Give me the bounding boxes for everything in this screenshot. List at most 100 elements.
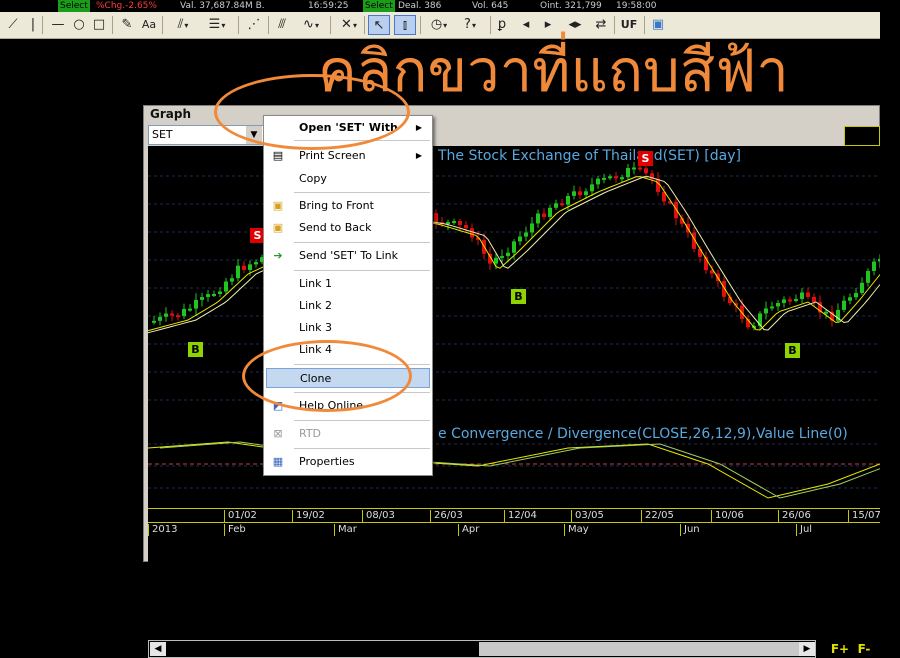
candle-body bbox=[776, 302, 780, 307]
candle-body bbox=[758, 313, 762, 326]
candle-body bbox=[182, 308, 186, 317]
menu-item-link-1[interactable]: Link 1 bbox=[266, 274, 430, 294]
timeline-month: 2013 bbox=[148, 524, 177, 536]
line-width-icon[interactable]: ☰ bbox=[202, 15, 232, 35]
candle-body bbox=[848, 297, 852, 301]
candle-body bbox=[242, 265, 246, 270]
timeline-month: May bbox=[564, 524, 589, 536]
menu-item-copy[interactable]: Copy bbox=[266, 169, 430, 189]
expand-icon[interactable]: ◂▸ bbox=[562, 15, 588, 35]
menu-item-link-3[interactable]: Link 3 bbox=[266, 318, 430, 338]
candle-body bbox=[764, 308, 768, 314]
candle-body bbox=[248, 264, 252, 270]
zoom-out-button[interactable]: F- bbox=[852, 641, 876, 657]
fibonacci-icon[interactable]: ⋰ bbox=[244, 15, 264, 35]
horizontal-line-icon[interactable]: — bbox=[48, 15, 68, 35]
parallel-lines-icon[interactable]: ⫻ bbox=[272, 15, 292, 35]
delete-drawing-icon[interactable]: ✕ bbox=[336, 15, 362, 35]
arrow-right-small-icon[interactable]: ▸ bbox=[540, 15, 556, 35]
menu-item-link-2[interactable]: Link 2 bbox=[266, 296, 430, 316]
context-menu: Open 'SET' With ▶ ▤ Print Screen ▶ Copy … bbox=[263, 115, 433, 476]
candle-body bbox=[554, 203, 558, 208]
menu-item-send-to-back[interactable]: ▣ Send to Back bbox=[266, 218, 430, 238]
ticker-strip: Select %Chg.-2.65% Val. 37,687.84M B. 16… bbox=[0, 0, 668, 12]
scroll-left-icon[interactable]: ◀ bbox=[150, 642, 166, 656]
candle-body bbox=[536, 213, 540, 224]
rectangle-icon[interactable]: □ bbox=[90, 15, 108, 35]
candle-body bbox=[632, 167, 636, 170]
timeline-month: Jul bbox=[796, 524, 812, 536]
scroll-right-icon[interactable]: ▶ bbox=[799, 642, 815, 656]
candle-body bbox=[566, 195, 570, 205]
menu-item-label: Copy bbox=[299, 172, 327, 185]
candle-body bbox=[542, 213, 546, 217]
uf-button[interactable]: UF bbox=[618, 15, 640, 35]
ticker-volume: Vol. 645 bbox=[472, 1, 509, 11]
graph-window: Graph SET ▼ The Stock Exchange of Thaila… bbox=[143, 105, 881, 658]
menu-item-bring-to-front[interactable]: ▣ Bring to Front bbox=[266, 196, 430, 216]
candle-body bbox=[170, 313, 174, 316]
timeline-date: 12/04 bbox=[504, 510, 537, 522]
candle-body bbox=[512, 241, 516, 253]
menu-item-label: Link 1 bbox=[299, 277, 333, 290]
circle-icon[interactable]: ○ bbox=[70, 15, 88, 35]
buy-signal: B bbox=[188, 342, 203, 357]
timeline-date: 10/06 bbox=[711, 510, 744, 522]
arrow-right-icon: ➔ bbox=[273, 249, 283, 262]
candle-body bbox=[212, 293, 216, 296]
candle-body bbox=[638, 167, 642, 170]
send-back-icon: ▣ bbox=[272, 221, 284, 234]
candle-body bbox=[218, 291, 222, 294]
help-circle-icon[interactable]: ? bbox=[456, 15, 484, 35]
ticker-select-button[interactable]: Select bbox=[58, 0, 90, 12]
scrollbar-thumb[interactable] bbox=[479, 642, 801, 656]
timeline-date: 22/05 bbox=[641, 510, 674, 522]
candle-body bbox=[188, 308, 192, 311]
ticker-select-button-2[interactable]: Select bbox=[363, 0, 395, 12]
candle-body bbox=[524, 232, 528, 237]
candle-body bbox=[614, 176, 618, 179]
price-chart-title: The Stock Exchange of Thailand(SET) [day… bbox=[438, 148, 741, 164]
menu-item-label: Link 3 bbox=[299, 321, 333, 334]
symbol-value: SET bbox=[152, 128, 173, 141]
candle-body bbox=[560, 203, 564, 206]
timeline-month: Mar bbox=[334, 524, 357, 536]
pencil-icon[interactable]: ✎ bbox=[118, 15, 136, 35]
timeline-date: 26/03 bbox=[430, 510, 463, 522]
candle-body bbox=[176, 315, 180, 318]
diagonal-line-icon[interactable]: ⟋ bbox=[2, 15, 24, 35]
ticker-change-percent: %Chg.-2.65% bbox=[96, 1, 157, 11]
clock-icon[interactable]: ◷ bbox=[424, 15, 454, 35]
candle-body bbox=[572, 191, 576, 196]
arrow-left-icon[interactable]: ◂ bbox=[518, 15, 534, 35]
menu-item-send-to-link[interactable]: ➔ Send 'SET' To Link bbox=[266, 246, 430, 266]
image-icon[interactable]: ▣ bbox=[648, 15, 668, 35]
wave-icon[interactable]: ∿ bbox=[296, 15, 326, 35]
buy-signal: B bbox=[785, 343, 800, 358]
macd-line bbox=[148, 441, 880, 499]
menu-item-properties[interactable]: ▦ Properties bbox=[266, 452, 430, 472]
candle-body bbox=[788, 299, 792, 302]
chart-scrollbar[interactable]: ◀ ▶ bbox=[148, 640, 816, 658]
timeline-date: 01/02 bbox=[224, 510, 257, 522]
candle-body bbox=[842, 300, 846, 310]
timeline-date: 15/07 bbox=[848, 510, 881, 522]
candle-icon[interactable]: ⫾ bbox=[394, 15, 416, 35]
pin-icon[interactable]: ꝑ bbox=[494, 15, 510, 35]
arrow-pair-icon[interactable]: ⇄ bbox=[590, 15, 612, 35]
text-tool-button[interactable]: Aa bbox=[138, 15, 160, 35]
candle-body bbox=[446, 221, 450, 224]
candle-body bbox=[578, 191, 582, 196]
vertical-line-icon[interactable]: | bbox=[26, 15, 40, 35]
candle-body bbox=[152, 320, 156, 323]
zoom-in-button[interactable]: F+ bbox=[828, 641, 852, 657]
candle-body bbox=[596, 178, 600, 185]
ticker-time-2: 19:58:00 bbox=[616, 1, 657, 11]
candle-body bbox=[200, 297, 204, 300]
submenu-arrow-icon: ▶ bbox=[415, 123, 422, 132]
menu-item-label: Bring to Front bbox=[299, 199, 374, 212]
line-style-icon[interactable]: ⫽ bbox=[168, 15, 198, 35]
cursor-icon[interactable]: ↖ bbox=[368, 15, 390, 35]
timeline-months: 2013 Feb Mar Apr May Jun Jul bbox=[148, 522, 880, 537]
highlight-ellipse bbox=[214, 74, 410, 150]
